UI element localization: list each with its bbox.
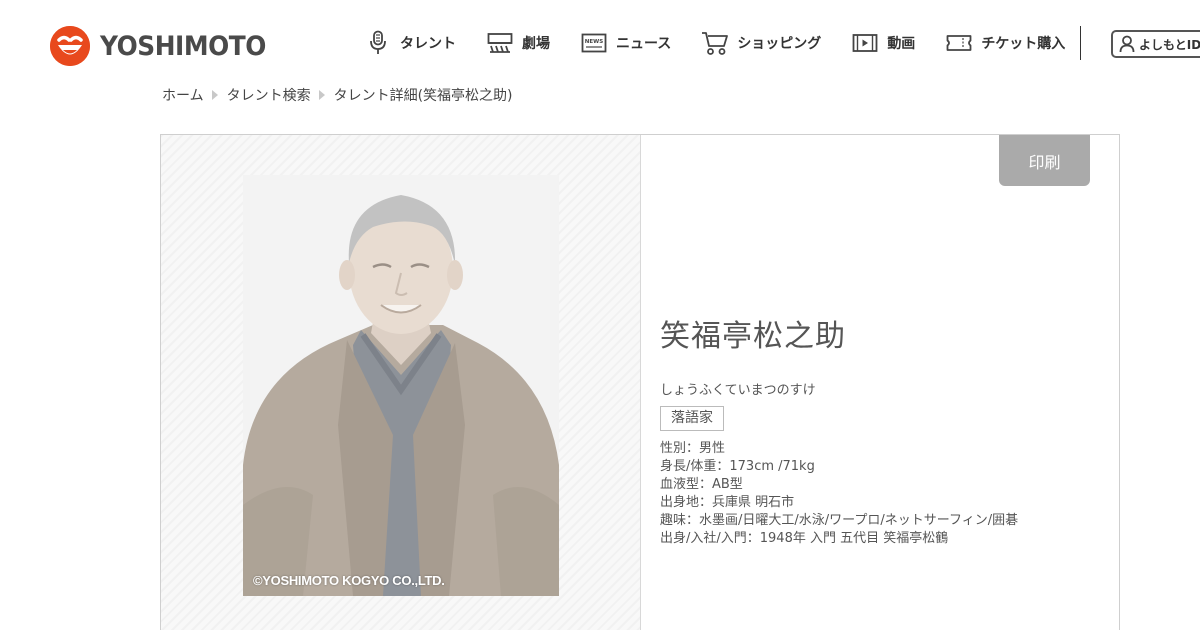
site-header: YOSHIMOTO タレント 劇場 NEWS ニュース ショッピング 動画 チケ… <box>0 0 1200 90</box>
talent-photo: ©YOSHIMOTO KOGYO CO.,LTD. <box>243 175 559 596</box>
nav-label: ショッピング <box>737 36 822 52</box>
chevron-right-icon <box>318 90 325 100</box>
photo-credit: ©YOSHIMOTO KOGYO CO.,LTD. <box>253 573 445 588</box>
detail-debut: 出身/入社/入門：1948年 入門 五代目 笑福亭松鶴 <box>660 531 949 546</box>
detail-height-weight: 身長/体重：173cm /71kg <box>660 459 815 474</box>
smile-logo-icon <box>50 26 90 66</box>
theater-icon <box>486 30 514 56</box>
nav-item-video[interactable]: 動画 <box>851 30 915 56</box>
talent-name-kana: しょうふくていまつのすけ <box>660 383 816 398</box>
print-button[interactable]: 印刷 <box>999 135 1090 186</box>
breadcrumb-home[interactable]: ホーム <box>162 85 204 105</box>
main-nav: タレント 劇場 NEWS ニュース ショッピング 動画 チケット購入 <box>364 30 1095 56</box>
category-tag: 落語家 <box>660 406 724 431</box>
logo-text: YOSHIMOTO <box>100 30 266 62</box>
nav-label: ニュース <box>616 36 672 52</box>
user-icon <box>1119 35 1135 53</box>
detail-hobbies: 趣味：水墨画/日曜大工/水泳/ワープロ/ネットサーフィン/囲碁 <box>660 513 1019 528</box>
nav-item-news[interactable]: NEWS ニュース <box>580 30 671 56</box>
ticket-icon <box>945 30 973 56</box>
breadcrumb: ホーム タレント検索 タレント詳細(笑福亭松之助) <box>162 85 513 105</box>
nav-item-ticket[interactable]: チケット購入 <box>945 30 1065 56</box>
detail-birthplace: 出身地：兵庫県 明石市 <box>660 495 795 510</box>
chevron-right-icon <box>211 90 218 100</box>
talent-info: 笑福亭松之助 しょうふくていまつのすけ 落語家 性別：男性 身長/体重：173c… <box>660 311 1080 548</box>
video-icon <box>851 30 879 56</box>
yoshimoto-logo[interactable]: YOSHIMOTO <box>50 26 280 66</box>
nav-label: チケット購入 <box>981 36 1066 52</box>
nav-item-talent[interactable]: タレント <box>364 30 456 56</box>
nav-label: タレント <box>400 36 456 52</box>
breadcrumb-talent-search[interactable]: タレント検索 <box>227 85 311 105</box>
talent-profile-card: ©YOSHIMOTO KOGYO CO.,LTD. 印刷 笑福亭松之助 しょうふ… <box>160 134 1120 630</box>
svg-text:NEWS: NEWS <box>585 39 603 45</box>
nav-item-shopping[interactable]: ショッピング <box>701 30 821 56</box>
talent-name: 笑福亭松之助 <box>660 319 846 354</box>
yoshimoto-id-login-button[interactable]: よしもとID <box>1111 30 1200 58</box>
detail-gender: 性別：男性 <box>660 441 726 456</box>
detail-blood-type: 血液型：AB型 <box>660 477 743 492</box>
breadcrumb-current: タレント詳細(笑福亭松之助) <box>333 88 513 104</box>
photo-pane: ©YOSHIMOTO KOGYO CO.,LTD. <box>161 135 641 630</box>
shopping-cart-icon <box>701 30 729 56</box>
news-icon: NEWS <box>580 30 608 56</box>
talent-details: 性別：男性 身長/体重：173cm /71kg 血液型：AB型 出身地：兵庫県 … <box>660 440 1080 548</box>
nav-divider <box>1080 26 1081 60</box>
login-label: よしもとID <box>1139 37 1200 52</box>
nav-label: 動画 <box>887 36 916 52</box>
microphone-icon <box>364 30 392 56</box>
nav-label: 劇場 <box>522 36 550 52</box>
nav-item-theater[interactable]: 劇場 <box>486 30 550 56</box>
